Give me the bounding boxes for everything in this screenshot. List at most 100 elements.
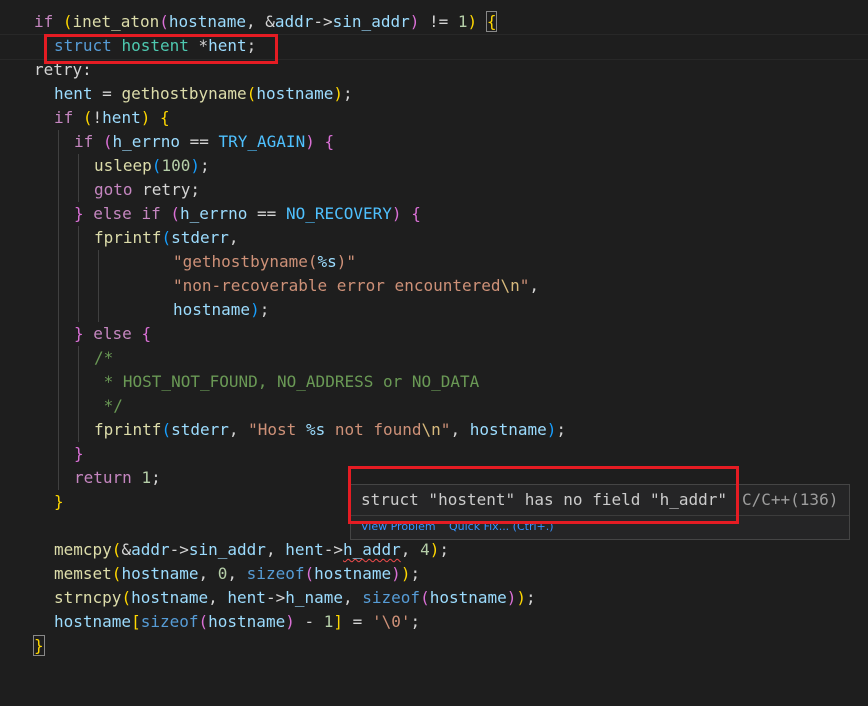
code-token: hent xyxy=(285,540,324,559)
indent-guide xyxy=(78,274,79,298)
code-token: sizeof xyxy=(246,564,305,583)
indent-guide xyxy=(58,442,59,466)
highlight-box-struct-decl xyxy=(44,34,278,64)
code-token: } xyxy=(33,635,45,656)
code-token: return xyxy=(74,468,132,487)
code-token: ; xyxy=(526,588,536,607)
indent-guide xyxy=(78,154,79,178)
code-token: -> xyxy=(265,588,286,607)
code-token: , xyxy=(529,276,540,295)
code-token: ) xyxy=(546,420,557,439)
code-token: ] xyxy=(333,612,344,631)
code-token: else xyxy=(83,324,142,343)
code-token: { xyxy=(159,108,170,127)
code-token: goto xyxy=(94,180,133,199)
code-token: if xyxy=(34,12,54,31)
code-token: "Host xyxy=(248,420,306,439)
code-token: == xyxy=(179,132,219,151)
code-token: "gethostbyname( xyxy=(173,252,318,271)
code-token: ( xyxy=(161,228,172,247)
code-token: ) xyxy=(467,12,478,31)
indent-guide xyxy=(58,418,59,442)
code-token: ; xyxy=(190,180,200,199)
code-token: '\0' xyxy=(371,612,411,631)
indent-guide xyxy=(58,394,59,418)
indent-guide xyxy=(98,298,99,322)
code-token: h_errno xyxy=(112,132,180,151)
code-token: stderr xyxy=(171,228,229,247)
code-token: 4 xyxy=(420,540,430,559)
code-line-6: if (h_errno == TRY_AGAIN) { xyxy=(0,130,868,154)
code-token: %s xyxy=(317,252,337,271)
code-line-1: if (inet_aton(hostname, &addr->sin_addr)… xyxy=(0,10,868,34)
code-token: == xyxy=(247,204,286,223)
code-token: ) xyxy=(285,612,295,631)
code-token: else xyxy=(83,204,142,223)
code-token: hent xyxy=(227,588,266,607)
code-token: ( xyxy=(73,108,93,127)
code-token: memcpy xyxy=(54,540,112,559)
code-token: sizeof xyxy=(140,612,199,631)
code-line-18: fprintf(stderr, "Host %s not found\n", h… xyxy=(0,418,868,442)
code-token: & xyxy=(121,540,132,559)
code-token: hostname xyxy=(256,84,334,103)
indent-guide xyxy=(78,226,79,250)
code-token: ( xyxy=(121,588,132,607)
code-token: , xyxy=(198,564,218,583)
code-token: , xyxy=(227,564,247,583)
code-line-17: */ xyxy=(0,394,868,418)
code-token: } xyxy=(74,444,84,463)
code-token: inet_aton xyxy=(72,12,160,31)
code-token: ) xyxy=(409,12,420,31)
code-token: hostname xyxy=(173,300,251,319)
code-token: fprintf xyxy=(94,228,162,247)
indent-guide xyxy=(78,418,79,442)
code-token: ( xyxy=(62,12,73,31)
indent-guide xyxy=(58,250,59,274)
code-token: 1 xyxy=(323,612,334,631)
code-line-8: goto retry; xyxy=(0,178,868,202)
code-token: 1 xyxy=(141,468,152,487)
code-token: = xyxy=(343,612,372,631)
code-token: ( xyxy=(304,564,315,583)
indent-guide xyxy=(78,250,79,274)
code-token: ; xyxy=(151,468,161,487)
code-token: sizeof xyxy=(362,588,421,607)
code-token: ( xyxy=(111,564,122,583)
code-token: hent xyxy=(102,108,141,127)
code-line-26: hostname[sizeof(hostname) - 1] = '\0'; xyxy=(0,610,868,634)
code-token: { xyxy=(141,324,152,343)
code-editor[interactable]: if (inet_aton(hostname, &addr->sin_addr)… xyxy=(0,0,868,678)
code-token: ) xyxy=(400,564,411,583)
error-code: C/C++(136) xyxy=(742,490,839,509)
code-token: if xyxy=(141,204,161,223)
error-squiggle-token[interactable]: h_addr xyxy=(343,540,401,559)
code-token: hostname xyxy=(54,612,132,631)
code-token: != xyxy=(419,12,458,31)
code-token: " xyxy=(519,276,530,295)
code-token: ( xyxy=(160,204,180,223)
indent-guide xyxy=(58,202,59,226)
code-token: h_errno xyxy=(179,204,248,223)
indent-guide xyxy=(58,322,59,346)
code-line-23: memcpy(&addr->sin_addr, hent->h_addr, 4)… xyxy=(0,538,868,562)
indent-guide xyxy=(58,226,59,250)
code-token: if xyxy=(74,132,94,151)
code-line-24: memset(hostname, 0, sizeof(hostname)); xyxy=(0,562,868,586)
indent-guide xyxy=(58,346,59,370)
code-token: ( xyxy=(420,588,430,607)
code-token: ( xyxy=(93,132,113,151)
code-token: sin_addr xyxy=(332,12,410,31)
code-token: , xyxy=(450,420,470,439)
code-line-19: } xyxy=(0,442,868,466)
code-token: h_name xyxy=(285,588,343,607)
code-token: addr xyxy=(131,540,170,559)
code-token: } xyxy=(54,492,64,511)
indent-guide xyxy=(78,178,79,202)
code-token: -> xyxy=(169,540,189,559)
code-token: { xyxy=(485,11,498,32)
code-token: ; xyxy=(410,612,421,631)
